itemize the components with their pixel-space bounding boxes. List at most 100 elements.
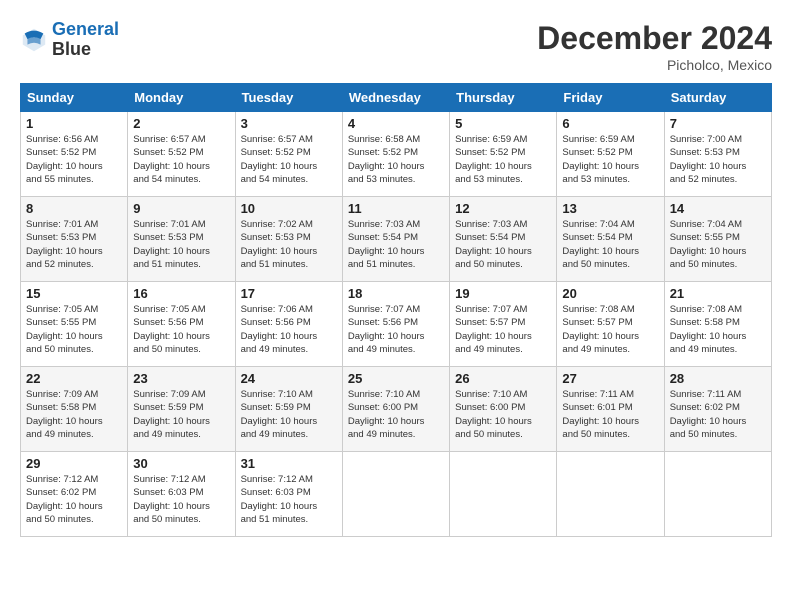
calendar-cell: 31 Sunrise: 7:12 AM Sunset: 6:03 PM Dayli…: [235, 452, 342, 537]
day-info: Sunrise: 7:06 AM Sunset: 5:56 PM Dayligh…: [241, 303, 337, 356]
day-info: Sunrise: 6:56 AM Sunset: 5:52 PM Dayligh…: [26, 133, 122, 186]
day-number: 24: [241, 371, 337, 386]
day-info: Sunrise: 6:57 AM Sunset: 5:52 PM Dayligh…: [241, 133, 337, 186]
day-number: 18: [348, 286, 444, 301]
calendar-cell: 1 Sunrise: 6:56 AM Sunset: 5:52 PM Daylig…: [21, 112, 128, 197]
day-number: 9: [133, 201, 229, 216]
page-header: General Blue December 2024 Picholco, Mex…: [20, 20, 772, 73]
calendar-cell: 10Sunrise: 7:02 AM Sunset: 5:53 PM Dayli…: [235, 197, 342, 282]
weekday-friday: Friday: [557, 84, 664, 112]
calendar-cell: 24 Sunrise: 7:10 AM Sunset: 5:59 PM Dayli…: [235, 367, 342, 452]
day-number: 7: [670, 116, 766, 131]
calendar-cell: 19Sunrise: 7:07 AM Sunset: 5:57 PM Dayli…: [450, 282, 557, 367]
calendar-cell: 7 Sunrise: 7:00 AM Sunset: 5:53 PM Daylig…: [664, 112, 771, 197]
weekday-saturday: Saturday: [664, 84, 771, 112]
calendar-cell: 13 Sunrise: 7:04 AM Sunset: 5:54 PM Dayli…: [557, 197, 664, 282]
calendar-cell: 23 Sunrise: 7:09 AM Sunset: 5:59 PM Dayli…: [128, 367, 235, 452]
calendar-cell: 16 Sunrise: 7:05 AM Sunset: 5:56 PM Dayli…: [128, 282, 235, 367]
calendar-cell: 18 Sunrise: 7:07 AM Sunset: 5:56 PM Dayli…: [342, 282, 449, 367]
calendar-cell: 17 Sunrise: 7:06 AM Sunset: 5:56 PM Dayli…: [235, 282, 342, 367]
day-number: 23: [133, 371, 229, 386]
calendar-cell: 25 Sunrise: 7:10 AM Sunset: 6:00 PM Dayli…: [342, 367, 449, 452]
day-number: 15: [26, 286, 122, 301]
calendar-cell: 12Sunrise: 7:03 AM Sunset: 5:54 PM Dayli…: [450, 197, 557, 282]
day-info: Sunrise: 7:12 AM Sunset: 6:03 PM Dayligh…: [241, 473, 337, 526]
day-number: 8: [26, 201, 122, 216]
day-number: 10: [241, 201, 337, 216]
day-info: Sunrise: 7:12 AM Sunset: 6:02 PM Dayligh…: [26, 473, 122, 526]
day-number: 3: [241, 116, 337, 131]
day-number: 13: [562, 201, 658, 216]
weekday-wednesday: Wednesday: [342, 84, 449, 112]
calendar-cell: 2 Sunrise: 6:57 AM Sunset: 5:52 PM Daylig…: [128, 112, 235, 197]
day-info: Sunrise: 7:01 AM Sunset: 5:53 PM Dayligh…: [26, 218, 122, 271]
calendar-cell: 9Sunrise: 7:01 AM Sunset: 5:53 PM Daylig…: [128, 197, 235, 282]
calendar-cell: 5Sunrise: 6:59 AM Sunset: 5:52 PM Daylig…: [450, 112, 557, 197]
day-number: 20: [562, 286, 658, 301]
calendar-cell: 3 Sunrise: 6:57 AM Sunset: 5:52 PM Daylig…: [235, 112, 342, 197]
day-info: Sunrise: 6:59 AM Sunset: 5:52 PM Dayligh…: [562, 133, 658, 186]
logo-text-line2: Blue: [52, 40, 119, 60]
week-row-0: 1 Sunrise: 6:56 AM Sunset: 5:52 PM Daylig…: [21, 112, 772, 197]
day-number: 25: [348, 371, 444, 386]
month-title: December 2024: [537, 20, 772, 57]
calendar-cell: 22 Sunrise: 7:09 AM Sunset: 5:58 PM Dayli…: [21, 367, 128, 452]
day-info: Sunrise: 7:07 AM Sunset: 5:57 PM Dayligh…: [455, 303, 551, 356]
calendar-cell: 29 Sunrise: 7:12 AM Sunset: 6:02 PM Dayli…: [21, 452, 128, 537]
day-number: 29: [26, 456, 122, 471]
day-number: 26: [455, 371, 551, 386]
logo-icon: [20, 26, 48, 54]
day-info: Sunrise: 7:07 AM Sunset: 5:56 PM Dayligh…: [348, 303, 444, 356]
logo: General Blue: [20, 20, 119, 60]
day-info: Sunrise: 7:10 AM Sunset: 6:00 PM Dayligh…: [348, 388, 444, 441]
day-info: Sunrise: 7:12 AM Sunset: 6:03 PM Dayligh…: [133, 473, 229, 526]
day-number: 2: [133, 116, 229, 131]
calendar-cell: 6 Sunrise: 6:59 AM Sunset: 5:52 PM Daylig…: [557, 112, 664, 197]
weekday-header-row: SundayMondayTuesdayWednesdayThursdayFrid…: [21, 84, 772, 112]
day-number: 27: [562, 371, 658, 386]
day-number: 1: [26, 116, 122, 131]
calendar-cell: 4 Sunrise: 6:58 AM Sunset: 5:52 PM Daylig…: [342, 112, 449, 197]
week-row-1: 8 Sunrise: 7:01 AM Sunset: 5:53 PM Daylig…: [21, 197, 772, 282]
day-info: Sunrise: 7:08 AM Sunset: 5:58 PM Dayligh…: [670, 303, 766, 356]
day-number: 11: [348, 201, 444, 216]
day-number: 30: [133, 456, 229, 471]
day-number: 14: [670, 201, 766, 216]
day-info: Sunrise: 7:11 AM Sunset: 6:01 PM Dayligh…: [562, 388, 658, 441]
week-row-2: 15 Sunrise: 7:05 AM Sunset: 5:55 PM Dayli…: [21, 282, 772, 367]
calendar-cell: 28Sunrise: 7:11 AM Sunset: 6:02 PM Dayli…: [664, 367, 771, 452]
day-info: Sunrise: 7:00 AM Sunset: 5:53 PM Dayligh…: [670, 133, 766, 186]
calendar-cell: 21 Sunrise: 7:08 AM Sunset: 5:58 PM Dayli…: [664, 282, 771, 367]
day-info: Sunrise: 7:04 AM Sunset: 5:54 PM Dayligh…: [562, 218, 658, 271]
day-number: 6: [562, 116, 658, 131]
calendar-cell: 27 Sunrise: 7:11 AM Sunset: 6:01 PM Dayli…: [557, 367, 664, 452]
day-number: 28: [670, 371, 766, 386]
calendar-cell: 26 Sunrise: 7:10 AM Sunset: 6:00 PM Dayli…: [450, 367, 557, 452]
day-number: 31: [241, 456, 337, 471]
day-info: Sunrise: 6:57 AM Sunset: 5:52 PM Dayligh…: [133, 133, 229, 186]
day-number: 22: [26, 371, 122, 386]
day-info: Sunrise: 7:10 AM Sunset: 5:59 PM Dayligh…: [241, 388, 337, 441]
calendar-cell: [664, 452, 771, 537]
day-info: Sunrise: 7:05 AM Sunset: 5:55 PM Dayligh…: [26, 303, 122, 356]
day-number: 4: [348, 116, 444, 131]
calendar-cell: [557, 452, 664, 537]
day-number: 17: [241, 286, 337, 301]
week-row-4: 29 Sunrise: 7:12 AM Sunset: 6:02 PM Dayli…: [21, 452, 772, 537]
day-info: Sunrise: 7:10 AM Sunset: 6:00 PM Dayligh…: [455, 388, 551, 441]
calendar-cell: 20Sunrise: 7:08 AM Sunset: 5:57 PM Dayli…: [557, 282, 664, 367]
calendar-cell: 30 Sunrise: 7:12 AM Sunset: 6:03 PM Dayli…: [128, 452, 235, 537]
day-info: Sunrise: 6:59 AM Sunset: 5:52 PM Dayligh…: [455, 133, 551, 186]
weekday-monday: Monday: [128, 84, 235, 112]
day-info: Sunrise: 6:58 AM Sunset: 5:52 PM Dayligh…: [348, 133, 444, 186]
calendar-body: 1 Sunrise: 6:56 AM Sunset: 5:52 PM Daylig…: [21, 112, 772, 537]
calendar-table: SundayMondayTuesdayWednesdayThursdayFrid…: [20, 83, 772, 537]
day-number: 16: [133, 286, 229, 301]
day-info: Sunrise: 7:09 AM Sunset: 5:58 PM Dayligh…: [26, 388, 122, 441]
day-info: Sunrise: 7:05 AM Sunset: 5:56 PM Dayligh…: [133, 303, 229, 356]
day-info: Sunrise: 7:04 AM Sunset: 5:55 PM Dayligh…: [670, 218, 766, 271]
day-number: 21: [670, 286, 766, 301]
weekday-tuesday: Tuesday: [235, 84, 342, 112]
location: Picholco, Mexico: [537, 57, 772, 73]
day-info: Sunrise: 7:09 AM Sunset: 5:59 PM Dayligh…: [133, 388, 229, 441]
